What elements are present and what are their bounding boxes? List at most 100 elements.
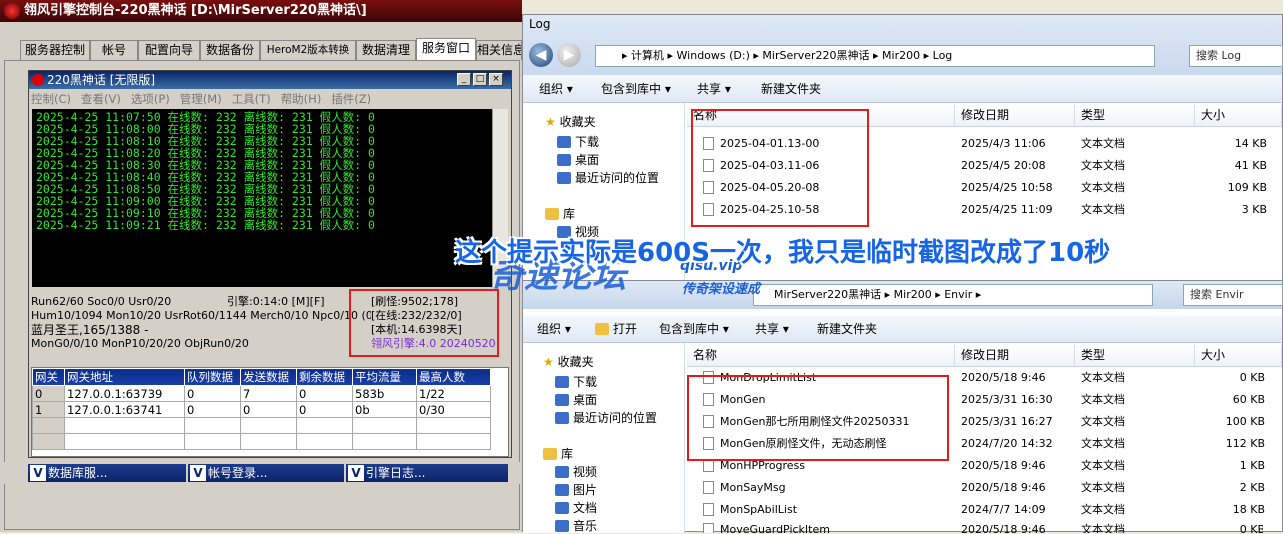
highlight-box [691, 109, 869, 227]
table-row [32, 417, 491, 434]
menu-tools[interactable]: 工具(T) [232, 92, 271, 106]
server-log-output[interactable]: 2025-4-25 11:07:50 在线数: 232 离线数: 231 假人数… [32, 109, 492, 287]
organize-button[interactable]: 组织 ▾ [537, 315, 571, 343]
include-library-button[interactable]: 包含到库中 ▾ [659, 315, 729, 343]
log-search-input[interactable]: 搜索 Log [1189, 45, 1283, 67]
nav-desktop[interactable]: 桌面 [557, 151, 599, 168]
nav-label: 图片 [573, 483, 598, 497]
organize-button[interactable]: 组织 ▾ [539, 75, 573, 103]
table-row[interactable]: 0 127.0.0.1:63739 0 7 0 583b 1/22 [32, 385, 491, 402]
file-type: 文本文档 [1081, 415, 1125, 428]
share-button[interactable]: 共享 ▾ [755, 315, 789, 343]
menu-view[interactable]: 查看(V) [81, 92, 121, 106]
nav-downloads[interactable]: 下载 [557, 133, 599, 150]
highlight-box [349, 289, 499, 357]
open-button[interactable]: 打开 [595, 315, 637, 343]
cell: 0 [184, 401, 241, 418]
col-remaining[interactable]: 剩余数据 [296, 368, 353, 386]
close-button[interactable]: × [489, 73, 503, 86]
col-queue[interactable]: 队列数据 [184, 368, 241, 386]
cell: 0 [296, 401, 353, 418]
col-name[interactable]: 名称 [687, 345, 955, 366]
nav-downloads[interactable]: 下载 [555, 373, 597, 390]
tab-related-info[interactable]: 相关信息 [476, 40, 522, 60]
v-app-icon: V [190, 465, 206, 481]
file-date: 2025/3/31 16:30 [961, 393, 1053, 406]
menu-control[interactable]: 控制(C) [31, 92, 71, 106]
nav-desktop[interactable]: 桌面 [555, 391, 597, 408]
col-type[interactable]: 类型 [1075, 105, 1195, 126]
col-size[interactable]: 大小 [1195, 345, 1282, 366]
menu-plugins[interactable]: 插件(Z) [331, 92, 371, 106]
nav-documents[interactable]: 文档 [555, 499, 597, 516]
task-database-server[interactable]: V 数据库服... [28, 464, 186, 482]
nav-libraries[interactable]: 库 [545, 205, 575, 222]
table-header-row: 网关 网关地址 队列数据 发送数据 剩余数据 平均流量 最高人数 [32, 368, 491, 386]
nav-pictures[interactable]: 图片 [555, 481, 597, 498]
col-max-users[interactable]: 最高人数 [416, 368, 491, 386]
music-icon [555, 520, 569, 532]
log-address-bar[interactable]: ▸ 计算机 ▸ Windows (D:) ▸ MirServer220黑神话 ▸… [595, 45, 1155, 67]
nav-label: 桌面 [575, 153, 600, 167]
new-folder-button[interactable]: 新建文件夹 [817, 315, 877, 343]
back-button[interactable]: ◀ [529, 43, 553, 67]
task-engine-log[interactable]: V 引擎日志... [346, 464, 508, 482]
col-type[interactable]: 类型 [1075, 345, 1195, 366]
envir-address-area: MirServer220黑神话 ▸ Mir200 ▸ Envir ▸ 搜索 En… [523, 281, 1283, 309]
tab-server-control[interactable]: 服务器控制 [20, 40, 90, 60]
maximize-button[interactable]: □ [473, 73, 487, 86]
file-row[interactable]: MonSpAbilList 2024/7/7 14:09 文本文档 18 KB [703, 499, 1265, 521]
minimize-button[interactable]: _ [457, 73, 471, 86]
nav-libraries[interactable]: 库 [543, 445, 573, 462]
nav-label: 下载 [575, 135, 600, 149]
col-gateway-address[interactable]: 网关地址 [64, 368, 185, 386]
nav-recent[interactable]: 最近访问的位置 [555, 409, 657, 426]
library-icon [545, 208, 559, 220]
highlight-box [687, 375, 949, 461]
nav-videos[interactable]: 视频 [555, 463, 597, 480]
col-gateway[interactable]: 网关 [32, 368, 65, 386]
include-library-button[interactable]: 包含到库中 ▾ [601, 75, 671, 103]
col-size[interactable]: 大小 [1195, 105, 1282, 126]
forward-button[interactable]: ▶ [557, 43, 581, 67]
tab-data-backup[interactable]: 数据备份 [200, 40, 260, 60]
envir-address-bar[interactable]: MirServer220黑神话 ▸ Mir200 ▸ Envir ▸ [753, 284, 1153, 306]
file-type: 文本文档 [1081, 523, 1125, 533]
nav-music[interactable]: 音乐 [555, 517, 597, 534]
tab-herom2-convert[interactable]: HeroM2版本转换 [260, 40, 356, 60]
task-account-login[interactable]: V 帐号登录... [188, 464, 344, 482]
col-avg-traffic[interactable]: 平均流量 [352, 368, 417, 386]
file-type: 文本文档 [1081, 481, 1125, 494]
folder-icon [555, 376, 569, 388]
menu-manage[interactable]: 管理(M) [180, 92, 222, 106]
file-row[interactable]: MoveGuardPickItem 2020/5/18 9:46 文本文档 0 KB [703, 519, 1263, 533]
col-modified[interactable]: 修改日期 [955, 105, 1075, 126]
console-title-bar[interactable]: 翎风引擎控制台-220黑神话 [D:\MirServer220黑神话\] [0, 0, 522, 22]
col-modified[interactable]: 修改日期 [955, 345, 1075, 366]
tab-service-window[interactable]: 服务窗口 [416, 38, 476, 60]
video-icon [555, 466, 569, 478]
desktop-icon [555, 394, 569, 406]
watermark-subtitle: 传奇架设速成 [682, 282, 761, 297]
nav-label: 最近访问的位置 [573, 411, 658, 425]
nav-label: 文档 [573, 501, 598, 515]
tab-account[interactable]: 帐号 [90, 40, 138, 60]
nav-label: 音乐 [573, 519, 598, 533]
file-date: 2020/5/18 9:46 [961, 459, 1046, 472]
table-row[interactable]: 1 127.0.0.1:63741 0 0 0 0b 0/30 [32, 401, 491, 418]
share-button[interactable]: 共享 ▾ [697, 75, 731, 103]
nav-favorites[interactable]: ★ 收藏夹 [543, 353, 594, 370]
tab-config-wizard[interactable]: 配置向导 [138, 40, 200, 60]
file-type: 文本文档 [1081, 371, 1125, 384]
tab-data-clean[interactable]: 数据清理 [356, 40, 416, 60]
col-sent[interactable]: 发送数据 [240, 368, 297, 386]
cell: 0b [352, 401, 417, 418]
nav-favorites[interactable]: ★ 收藏夹 [545, 113, 596, 130]
menu-options[interactable]: 选项(P) [131, 92, 170, 106]
envir-search-input[interactable]: 搜索 Envir [1183, 284, 1283, 306]
menu-help[interactable]: 帮助(H) [281, 92, 322, 106]
new-folder-button[interactable]: 新建文件夹 [761, 75, 821, 103]
nav-recent[interactable]: 最近访问的位置 [557, 169, 659, 186]
file-row[interactable]: MonSayMsg 2020/5/18 9:46 文本文档 2 KB [703, 477, 1265, 499]
service-window-title-bar[interactable]: 220黑神话 [无限版] _ □ × [29, 71, 511, 89]
